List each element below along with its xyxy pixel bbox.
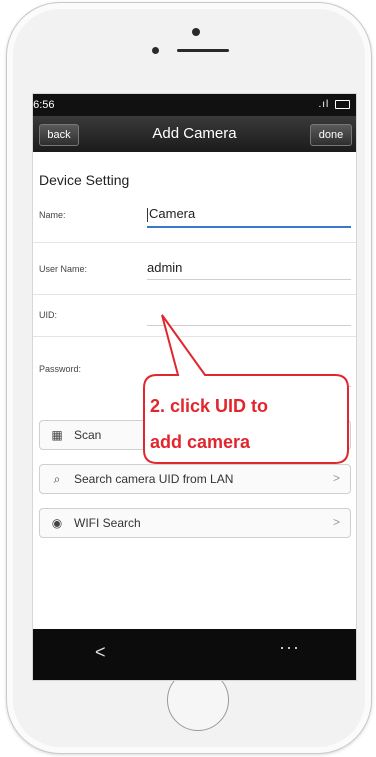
page-title: Add Camera (152, 125, 237, 142)
wifi-search-button[interactable]: ◉ WIFI Search > (39, 508, 351, 538)
battery-icon (335, 99, 350, 109)
title-bar: back Add Camera done (33, 116, 356, 152)
name-value: Camera (149, 206, 196, 221)
wifi-icon: ◉ (51, 516, 63, 530)
name-label: Name: (39, 210, 66, 220)
callout-line-2: add camera (150, 432, 251, 452)
username-field[interactable]: admin (147, 260, 182, 275)
nav-more-button[interactable]: ··· (279, 637, 300, 658)
scan-label: Scan (74, 428, 102, 442)
section-title: Device Setting (39, 172, 130, 188)
search-icon: ⌕ (53, 472, 61, 486)
earpiece-speaker (177, 49, 229, 52)
password-label: Password: (39, 364, 82, 374)
front-camera (192, 28, 200, 36)
bottom-nav-bar: < ··· (33, 629, 356, 680)
status-icons: .ıl (318, 99, 350, 110)
proximity-sensor (152, 47, 159, 54)
nav-back-button[interactable]: < (95, 642, 106, 663)
search-lan-label: Search camera UID from LAN (74, 472, 234, 486)
wifi-search-label: WIFI Search (74, 516, 141, 530)
chevron-right-icon: > (332, 471, 340, 485)
row-divider (33, 242, 356, 243)
status-bar: 16:56 .ıl (33, 94, 356, 116)
scan-icon: ▦ (51, 428, 63, 442)
callout-line-1: 2. click UID to (150, 396, 269, 416)
name-field[interactable]: Camera (147, 206, 195, 222)
username-label: User Name: (39, 264, 88, 274)
status-time: 16:56 (33, 99, 55, 111)
signal-icon: .ıl (318, 99, 330, 110)
row-divider (33, 294, 356, 295)
text-cursor (147, 207, 148, 222)
uid-label: UID: (39, 310, 57, 320)
username-underline (147, 279, 351, 280)
done-button[interactable]: done (310, 124, 352, 146)
chevron-right-icon: > (332, 515, 340, 529)
name-underline (147, 226, 351, 228)
